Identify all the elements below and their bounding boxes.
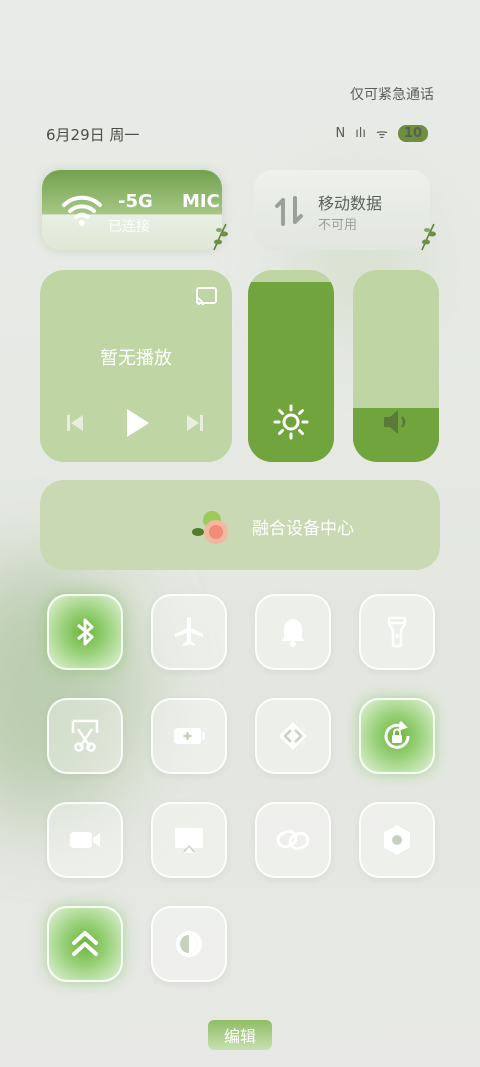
ring-mode-toggle[interactable] <box>255 594 331 670</box>
screen-cast-icon <box>175 828 203 853</box>
rotation-lock-toggle[interactable] <box>359 698 435 774</box>
brightness-slider[interactable] <box>248 270 334 462</box>
battery-saver-icon <box>174 728 205 744</box>
emergency-call-text: 仅可紧急通话 <box>350 87 434 103</box>
bluetooth-toggle[interactable] <box>47 594 123 670</box>
wifi-icon <box>62 195 102 226</box>
flashlight-toggle[interactable] <box>359 594 435 670</box>
leaf-decoration-icon <box>421 223 436 251</box>
settings-hex-icon <box>384 825 410 855</box>
wifi-network-name: -5G <box>118 191 153 212</box>
mobile-data-icon <box>275 196 303 226</box>
bell-icon <box>281 619 305 647</box>
signal-icon: ılı <box>355 125 367 141</box>
wifi-card[interactable]: -5G MIC 已连接 <box>42 170 222 250</box>
fruit-decoration-icon <box>192 511 228 544</box>
screenshot-icon <box>71 719 99 752</box>
status-bar: N ılı ᯤ 10 <box>335 124 428 142</box>
video-icon <box>70 832 100 848</box>
battery-icon: 10 <box>397 124 428 142</box>
rotation-lock-icon <box>384 720 410 749</box>
share-toggle[interactable] <box>255 698 331 774</box>
battery-saver-toggle[interactable] <box>151 698 227 774</box>
airplane-mode-toggle[interactable] <box>151 594 227 670</box>
edit-button[interactable]: 编辑 <box>208 1020 272 1050</box>
mobile-data-title: 移动数据 <box>318 194 383 213</box>
wifi-status: 已连接 <box>108 219 150 235</box>
connection-toggle[interactable] <box>255 802 331 878</box>
nfc-icon: N <box>335 125 346 141</box>
wifi-network-suffix: MIC <box>182 191 220 212</box>
sun-icon <box>273 404 309 440</box>
speaker-icon <box>384 410 406 434</box>
airplane-icon <box>175 617 203 646</box>
bluetooth-icon <box>77 618 94 646</box>
mobile-data-status: 不可用 <box>318 218 358 233</box>
dark-mode-icon <box>176 931 202 957</box>
volume-slider[interactable] <box>353 270 439 462</box>
wifi-status-icon: ᯤ <box>376 127 388 142</box>
settings-toggle[interactable] <box>359 802 435 878</box>
screenshot-toggle[interactable] <box>47 698 123 774</box>
previous-track-icon[interactable] <box>64 412 86 434</box>
play-icon[interactable] <box>122 406 152 440</box>
device-center-label: 融合设备中心 <box>252 519 354 539</box>
leaf-decoration-icon <box>213 223 228 251</box>
screen-record-toggle[interactable] <box>47 802 123 878</box>
device-center-card[interactable]: 融合设备中心 <box>40 480 440 570</box>
date-label: 6月29日 周一 <box>46 126 140 144</box>
screen-cast-toggle[interactable] <box>151 802 227 878</box>
dark-mode-toggle[interactable] <box>151 906 227 982</box>
next-track-icon[interactable] <box>184 412 206 434</box>
cast-icon[interactable] <box>194 286 218 308</box>
mobile-data-card[interactable]: 移动数据 不可用 <box>254 170 430 250</box>
share-icon <box>279 722 307 750</box>
flashlight-icon <box>387 616 407 648</box>
performance-icon <box>72 931 98 956</box>
media-title: 暂无播放 <box>100 348 172 369</box>
link-icon <box>276 829 310 851</box>
performance-mode-toggle[interactable] <box>47 906 123 982</box>
media-player-card[interactable]: 暂无播放 <box>40 270 232 462</box>
